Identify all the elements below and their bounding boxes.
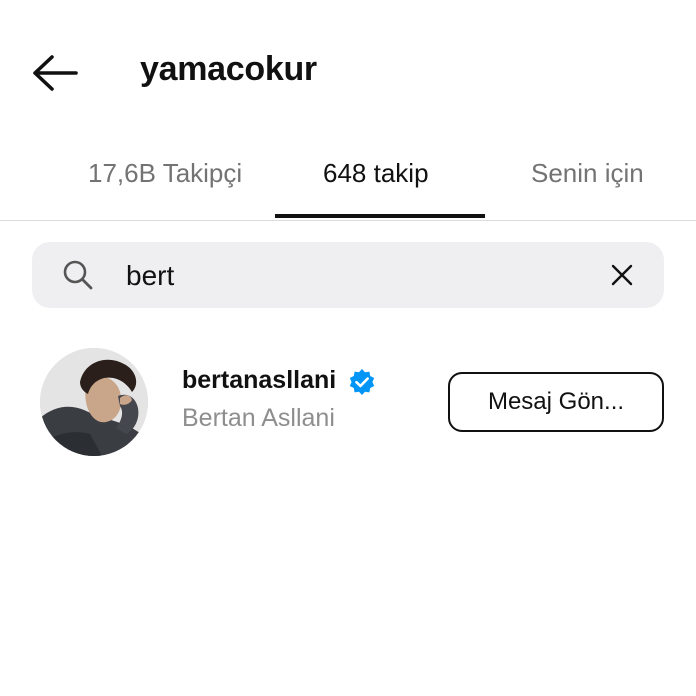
list-item[interactable]: bertanasllani Bertan Asllani Mesaj Gön..… bbox=[0, 340, 696, 464]
result-username[interactable]: bertanasllani bbox=[182, 366, 336, 395]
verified-badge-icon bbox=[349, 369, 375, 395]
tab-following[interactable]: 648 takip bbox=[323, 158, 429, 189]
profile-photo bbox=[40, 348, 148, 456]
page-title: yamacokur bbox=[140, 50, 317, 88]
search-bar[interactable] bbox=[32, 242, 664, 308]
clear-search-button[interactable] bbox=[610, 263, 634, 287]
avatar[interactable] bbox=[40, 348, 148, 456]
tab-bar: 17,6B Takipçi 648 takip Senin için bbox=[0, 140, 696, 221]
search-icon bbox=[63, 260, 93, 290]
search-input[interactable] bbox=[124, 252, 588, 300]
tab-for-you[interactable]: Senin için bbox=[531, 158, 644, 189]
arrow-left-icon bbox=[33, 55, 78, 91]
active-tab-indicator bbox=[275, 214, 485, 218]
tab-followers[interactable]: 17,6B Takipçi bbox=[88, 158, 242, 189]
send-message-button[interactable]: Mesaj Gön... bbox=[448, 372, 664, 432]
top-bar: yamacokur bbox=[0, 0, 696, 140]
back-button[interactable] bbox=[28, 50, 82, 96]
close-icon bbox=[611, 264, 633, 286]
result-full-name: Bertan Asllani bbox=[182, 404, 335, 432]
